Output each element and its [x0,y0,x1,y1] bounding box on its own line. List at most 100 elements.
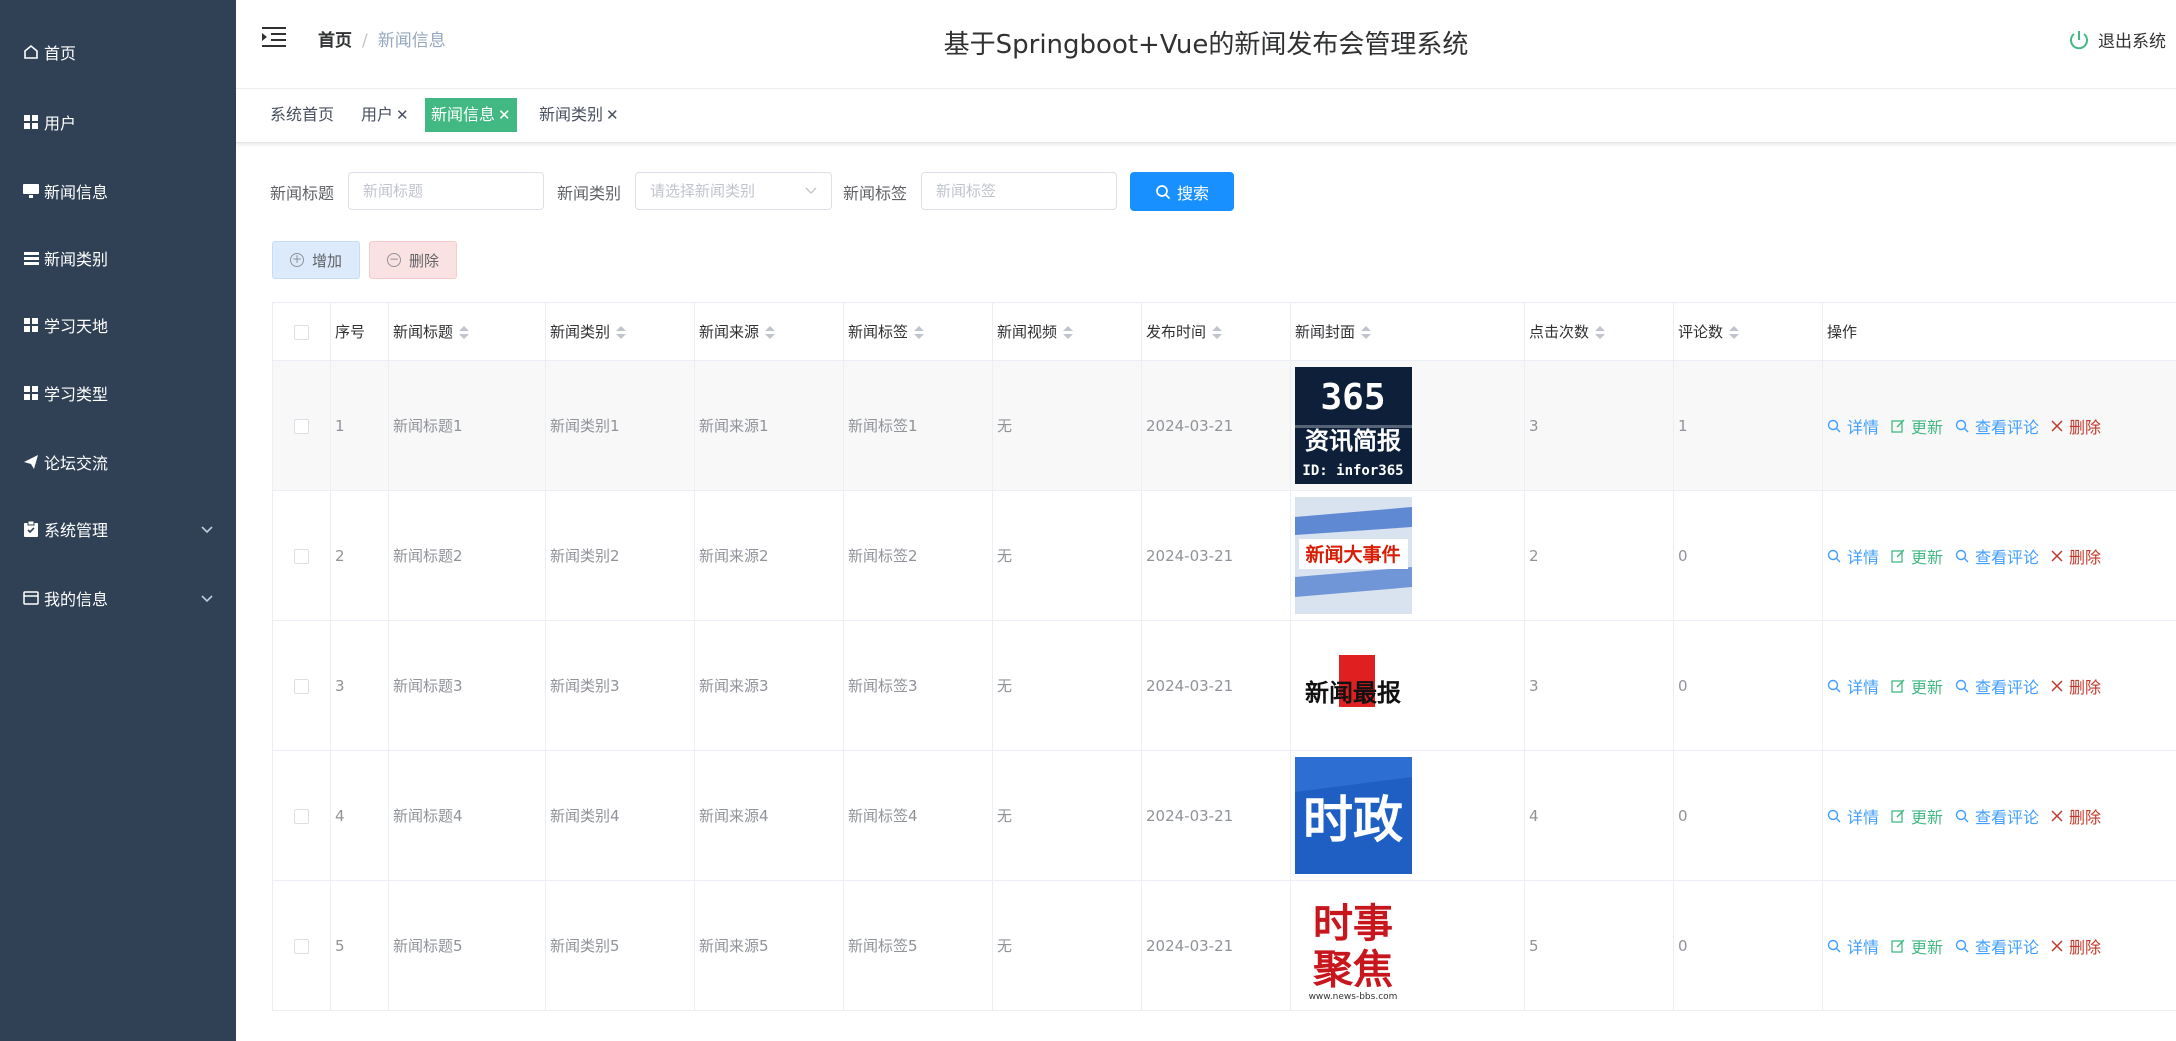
detail-button[interactable]: 详情 [1827,934,1879,958]
select-all-checkbox[interactable] [294,324,309,340]
sidebar-item-users[interactable]: 用户 [0,97,236,147]
sidebar-item-home[interactable]: 首页 [0,27,236,77]
row-actions: 详情 更新 查看评论 删除 [1827,544,2176,568]
detail-button[interactable]: 详情 [1827,414,1879,438]
search-icon [1827,679,1841,692]
operations-cell: 详情 更新 查看评论 删除 [1822,360,2176,491]
row-checkbox[interactable] [294,938,309,954]
column-header[interactable]: 新闻标签 [843,302,993,361]
row-checkbox[interactable] [294,678,309,694]
sort-icon[interactable] [459,325,470,340]
page-title: 基于Springboot+Vue的新闻发布会管理系统 [943,30,1469,60]
add-button[interactable]: + 增加 [272,241,360,279]
table-header-row: 序号 新闻标题 新闻类别 新闻来源 新闻标签 新闻视频 发布时间 新闻封面 点击… [272,302,2176,361]
table-row[interactable]: 2 新闻标题2 新闻类别2 新闻来源2 新闻标签2 无 2024-03-21 新闻大事件 2 0 详… [272,490,2176,621]
edit-icon [1891,419,1905,433]
update-button[interactable]: 更新 [1891,674,1943,698]
delete-row-button[interactable]: 删除 [2051,414,2101,438]
tag-news[interactable]: 新闻信息 ✕ [425,98,517,132]
table-row[interactable]: 4 新闻标题4 新闻类别4 新闻来源4 新闻标签4 无 2024-03-21 时政 4 0 详情 更新… [272,750,2176,881]
sort-icon[interactable] [914,325,925,340]
detail-button[interactable]: 详情 [1827,674,1879,698]
tag-home[interactable]: 系统首页 [264,98,340,132]
sort-icon[interactable] [1063,325,1074,340]
edit-icon [1891,679,1905,693]
view-comments-button[interactable]: 查看评论 [1955,414,2039,438]
clicks-cell: 3 [1524,620,1674,751]
column-header[interactable]: 新闻视频 [992,302,1142,361]
sort-icon[interactable] [1361,325,1372,340]
search-icon [1827,419,1841,432]
tag-users[interactable]: 用户 ✕ [355,98,415,132]
update-button[interactable]: 更新 [1891,804,1943,828]
chevron-down-icon [805,173,817,222]
news-cover-image: 365 资讯简报 ID: infor365 [1295,367,1412,484]
date-cell: 2024-03-21 [1141,750,1291,881]
update-button[interactable]: 更新 [1891,414,1943,438]
view-comments-button[interactable]: 查看评论 [1955,674,2039,698]
close-icon[interactable]: ✕ [396,106,409,124]
table-row[interactable]: 1 新闻标题1 新闻类别1 新闻来源1 新闻标签1 无 2024-03-21 365 资讯简报 I… [272,360,2176,491]
delete-row-button[interactable]: 删除 [2051,544,2101,568]
comments-count-cell: 0 [1673,490,1823,621]
row-select-cell [272,490,331,621]
comments-count-cell: 0 [1673,620,1823,751]
delete-row-button[interactable]: 删除 [2051,934,2101,958]
search-button[interactable]: 搜索 [1130,172,1234,211]
sidebar: 首页 用户 新闻信息 新闻类别 学习天地 学习类型 论坛交流 系统管理 我的信息 [0,0,236,1041]
sort-icon[interactable] [1212,325,1223,340]
comments-count-cell: 0 [1673,750,1823,881]
sort-icon[interactable] [616,325,627,340]
tag-label: 用户 [361,105,394,124]
title-cell: 新闻标题1 [388,360,546,491]
batch-delete-button[interactable]: − 删除 [369,241,457,279]
sidebar-item-forum[interactable]: 论坛交流 [0,437,236,487]
sort-icon[interactable] [1595,325,1606,340]
grid-icon [20,386,42,400]
plus-circle-icon: + [289,252,304,267]
tag-news-category[interactable]: 新闻类别 ✕ [533,98,625,132]
table-row[interactable]: 5 新闻标题5 新闻类别5 新闻来源5 新闻标签5 无 2024-03-21 时事 聚焦 www.… [272,880,2176,1011]
category-select[interactable]: 请选择新闻类别 [635,172,832,210]
column-label: 新闻标签 [848,323,909,341]
sort-icon[interactable] [765,325,776,340]
clicks-cell: 3 [1524,360,1674,491]
column-header[interactable]: 评论数 [1673,302,1823,361]
row-checkbox[interactable] [294,548,309,564]
delete-row-button[interactable]: 删除 [2051,804,2101,828]
column-header[interactable]: 新闻来源 [694,302,844,361]
column-header[interactable]: 点击次数 [1524,302,1674,361]
sidebar-item-my-info[interactable]: 我的信息 [0,573,236,623]
sidebar-item-system[interactable]: 系统管理 [0,504,236,554]
update-button[interactable]: 更新 [1891,544,1943,568]
add-button-label: 增加 [311,251,342,270]
view-comments-button[interactable]: 查看评论 [1955,934,2039,958]
close-icon[interactable]: ✕ [498,106,511,124]
column-header[interactable]: 新闻标题 [388,302,546,361]
column-header[interactable]: 发布时间 [1141,302,1291,361]
detail-button[interactable]: 详情 [1827,804,1879,828]
sort-icon[interactable] [1729,325,1740,340]
view-comments-button[interactable]: 查看评论 [1955,804,2039,828]
column-header[interactable]: 新闻类别 [545,302,695,361]
row-checkbox[interactable] [294,808,309,824]
search-icon [1955,809,1969,822]
row-checkbox[interactable] [294,418,309,434]
sidebar-item-label: 论坛交流 [44,454,109,473]
tag-search-input[interactable] [921,172,1117,210]
sidebar-item-study-type[interactable]: 学习类型 [0,368,236,418]
sidebar-item-study[interactable]: 学习天地 [0,300,236,350]
sidebar-item-news[interactable]: 新闻信息 [0,166,236,216]
table-body: 1 新闻标题1 新闻类别1 新闻来源1 新闻标签1 无 2024-03-21 365 资讯简报 I… [272,360,2176,1011]
update-button[interactable]: 更新 [1891,934,1943,958]
title-search-input[interactable] [348,172,544,210]
close-icon[interactable]: ✕ [606,106,619,124]
column-header[interactable]: 新闻封面 [1290,302,1525,361]
detail-label: 详情 [1847,417,1880,437]
delete-row-button[interactable]: 删除 [2051,674,2101,698]
view-comments-button[interactable]: 查看评论 [1955,544,2039,568]
detail-button[interactable]: 详情 [1827,544,1879,568]
sidebar-item-news-category[interactable]: 新闻类别 [0,233,236,283]
table-row[interactable]: 3 新闻标题3 新闻类别3 新闻来源3 新闻标签3 无 2024-03-21 新闻最报 3 0 详情… [272,620,2176,751]
logout-button[interactable]: 退出系统 [2068,27,2166,52]
